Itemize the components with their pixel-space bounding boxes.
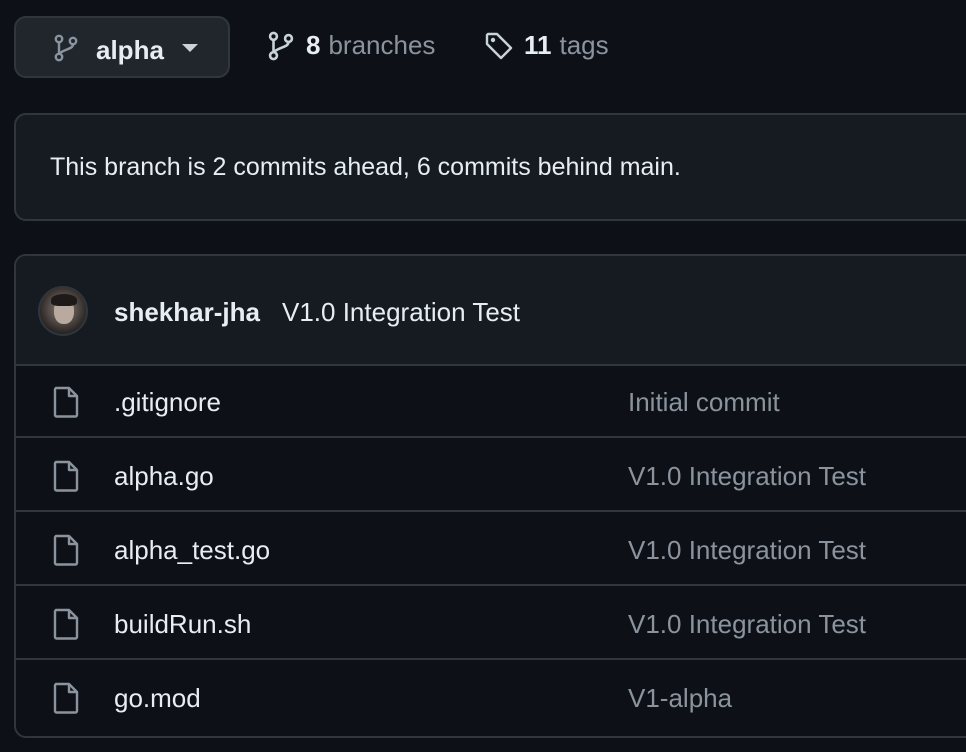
file-row: alpha_test.go V1.0 Integration Test bbox=[16, 512, 966, 586]
file-icon bbox=[53, 682, 79, 714]
avatar[interactable] bbox=[38, 286, 88, 336]
branch-selector-button[interactable]: alpha bbox=[14, 16, 230, 78]
file-name-link[interactable]: buildRun.sh bbox=[114, 609, 251, 640]
commit-message-link[interactable]: V1.0 Integration Test bbox=[282, 297, 520, 328]
file-icon bbox=[53, 386, 79, 418]
file-name-link[interactable]: go.mod bbox=[114, 683, 201, 714]
file-icon bbox=[53, 534, 79, 566]
git-branch-icon bbox=[268, 31, 294, 60]
branch-name: alpha bbox=[96, 35, 164, 65]
file-name-link[interactable]: alpha_test.go bbox=[114, 535, 270, 566]
tags-link[interactable]: 11 tags bbox=[484, 30, 609, 61]
file-list: shekhar-jha V1.0 Integration Test .gitig… bbox=[14, 254, 966, 738]
file-commit-message-link[interactable]: V1-alpha bbox=[628, 683, 732, 714]
branches-link[interactable]: 8 branches bbox=[266, 30, 435, 61]
tags-label: tags bbox=[559, 30, 609, 60]
git-branch-icon bbox=[54, 34, 78, 62]
file-name-link[interactable]: .gitignore bbox=[114, 387, 221, 418]
branches-count: 8 bbox=[306, 30, 321, 60]
file-commit-message-link[interactable]: V1.0 Integration Test bbox=[628, 609, 866, 640]
file-row: go.mod V1-alpha bbox=[16, 660, 966, 734]
file-row: .gitignore Initial commit bbox=[16, 364, 966, 438]
branch-status-banner: This branch is 2 commits ahead, 6 commit… bbox=[14, 113, 966, 221]
branch-status-text: This branch is 2 commits ahead, 6 commit… bbox=[50, 153, 681, 181]
file-commit-message-link[interactable]: V1.0 Integration Test bbox=[628, 461, 866, 492]
tag-icon bbox=[485, 32, 513, 59]
file-icon bbox=[53, 460, 79, 492]
commit-author-link[interactable]: shekhar-jha bbox=[114, 297, 260, 328]
file-rows: .gitignore Initial commit alpha.go V1.0 … bbox=[16, 364, 966, 734]
tags-count: 11 bbox=[524, 30, 552, 60]
file-commit-message-link[interactable]: Initial commit bbox=[628, 387, 780, 418]
branches-label: branches bbox=[328, 30, 436, 60]
file-name-link[interactable]: alpha.go bbox=[114, 461, 214, 492]
repo-page: alpha 8 branches 11 tags This branch is … bbox=[0, 0, 966, 752]
file-row: buildRun.sh V1.0 Integration Test bbox=[16, 586, 966, 660]
latest-commit-header: shekhar-jha V1.0 Integration Test bbox=[16, 256, 966, 366]
file-row: alpha.go V1.0 Integration Test bbox=[16, 438, 966, 512]
file-icon bbox=[53, 608, 79, 640]
file-commit-message-link[interactable]: V1.0 Integration Test bbox=[628, 535, 866, 566]
chevron-down-icon bbox=[182, 44, 198, 52]
